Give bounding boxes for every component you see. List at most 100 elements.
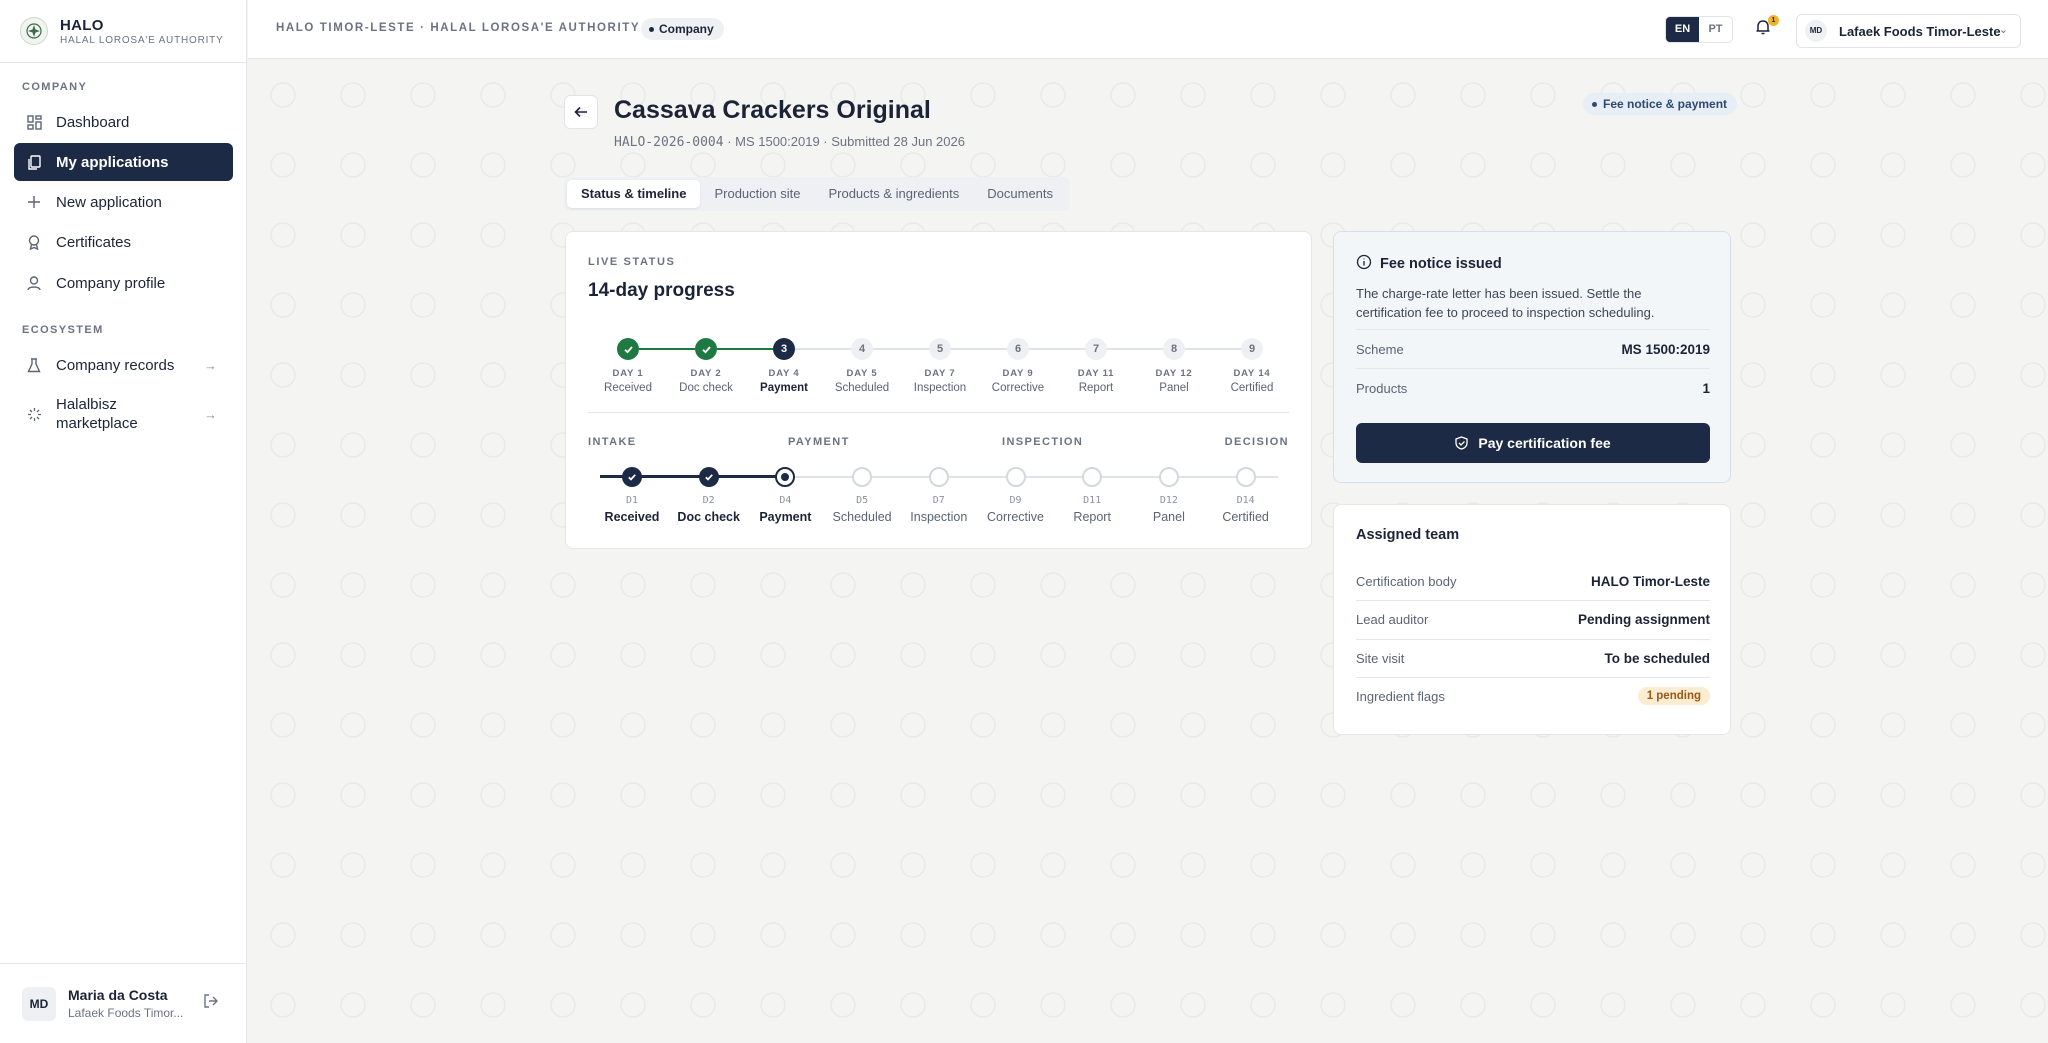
sidebar-item-certificates[interactable]: Certificates [14, 223, 233, 261]
timeline-label: Corrective [987, 510, 1044, 524]
breadcrumb: HALO TIMOR-LESTE · HALAL LOROSA'E AUTHOR… [276, 22, 641, 34]
stepper-node: 9 [1241, 338, 1263, 360]
tab-documents[interactable]: Documents [973, 180, 1067, 208]
stepper-node [617, 338, 639, 360]
team-title: Assigned team [1356, 527, 1460, 543]
stepper-connector [1107, 348, 1163, 350]
stepper-label: Received [604, 382, 652, 394]
timeline-node [775, 467, 796, 487]
sidebar-item-label: My applications [56, 153, 169, 171]
team-row-site-visit: Site visit To be scheduled [1356, 639, 1710, 677]
stepper-node: 8 [1163, 338, 1185, 360]
timeline-day: D14 [1236, 495, 1255, 506]
sidebar-item-my-applications[interactable]: My applications [14, 143, 233, 181]
stepper-label: Panel [1159, 382, 1189, 394]
stepper-day: DAY 1 [612, 368, 644, 379]
notifications-button[interactable]: 1 [1754, 15, 1779, 40]
stepper-node: 5 [929, 338, 951, 360]
timeline-day: D7 [932, 495, 945, 506]
timeline-label: Certified [1222, 510, 1269, 524]
pay-certification-fee-button[interactable]: Pay certification fee [1356, 423, 1710, 463]
divider [588, 412, 1289, 413]
role-badge: Company [641, 18, 724, 40]
stepper-label: Report [1078, 382, 1114, 394]
fee-notice-card: Fee notice issued The charge-rate letter… [1333, 231, 1731, 483]
page-title: Cassava Crackers Original [614, 96, 931, 124]
brand-name: HALO [60, 16, 104, 34]
fee-row-scheme: Scheme MS 1500:2019 [1356, 330, 1710, 368]
sidebar-item-label: Company profile [56, 274, 166, 292]
team-row-lead-auditor: Lead auditor Pending assignment [1356, 600, 1710, 638]
brand-subtitle: HALAL LOROSA'E AUTHORITY [60, 34, 224, 46]
team-row-key: Certification body [1356, 573, 1457, 589]
sidebar-item-halalbisz-marketplace[interactable]: Halalbisz marketplace → [14, 393, 233, 435]
fee-row-value: 1 [1702, 380, 1710, 396]
stepper-connector [951, 348, 1007, 350]
timeline-label: Doc check [677, 510, 740, 524]
external-arrow-icon: → [204, 406, 217, 422]
sidebar-item-company-records[interactable]: Company records → [14, 346, 233, 384]
stepper-connector [639, 348, 695, 350]
stepper-label: Scheduled [834, 382, 890, 394]
org-selector[interactable]: MD Lafaek Foods Timor-Leste ⌄ [1796, 14, 2021, 48]
team-row-value: To be scheduled [1604, 650, 1710, 666]
nav-section-ecosystem: ECOSYSTEM [22, 324, 104, 336]
sidebar-item-label: New application [56, 193, 162, 211]
timeline-node [1005, 467, 1026, 487]
stepper-label: Payment [760, 382, 808, 394]
sidebar-item-label: Company records [56, 356, 175, 374]
ingredient-flag-badge: 1 pending [1637, 687, 1710, 705]
user-org: Lafaek Foods Timor... [68, 1006, 184, 1020]
logout-icon[interactable] [203, 993, 219, 1014]
sidebar-item-new-application[interactable]: New application [14, 183, 233, 221]
timeline-day: D5 [856, 495, 869, 506]
team-row-ingredient-flags: Ingredient flags 1 pending [1356, 677, 1710, 715]
nav-section-company: COMPANY [22, 81, 88, 93]
stepper-day: DAY 12 [1155, 368, 1193, 379]
stepper-label: Inspection [913, 382, 967, 394]
timeline-label: Panel [1152, 510, 1185, 524]
tab-products-ingredients[interactable]: Products & ingredients [814, 180, 973, 208]
back-button[interactable] [564, 95, 598, 129]
fee-row-key: Products [1356, 380, 1408, 396]
timeline-node [1082, 467, 1103, 487]
stepper-day: DAY 14 [1233, 368, 1271, 379]
tab-production-site[interactable]: Production site [700, 180, 814, 208]
flask-icon [26, 357, 42, 373]
sidebar: HALO HALAL LOROSA'E AUTHORITY COMPANY Da… [0, 0, 247, 1043]
timeline-day: D4 [779, 495, 792, 506]
timeline-day: D12 [1159, 495, 1178, 506]
stepper-node: 7 [1085, 338, 1107, 360]
phase-intake: INTAKE [588, 436, 637, 448]
progress-title: 14-day progress [588, 280, 735, 301]
assigned-team-card: Assigned team Certification body HALO Ti… [1333, 504, 1731, 735]
page-meta: HALO-2026-0004 · MS 1500:2019 · Submitte… [614, 134, 965, 150]
user-name: Maria da Costa [68, 987, 168, 1003]
fee-row-products: Products 1 [1356, 369, 1710, 407]
fee-row-key: Scheme [1356, 341, 1404, 357]
user-footer: MD Maria da Costa Lafaek Foods Timor... [0, 963, 247, 1043]
timeline-day: D2 [702, 495, 715, 506]
external-arrow-icon: → [204, 357, 217, 373]
stepper-day: DAY 11 [1077, 368, 1115, 379]
live-status-label: LIVE STATUS [588, 256, 676, 268]
stepper-node [695, 338, 717, 360]
stepper-connector [795, 348, 851, 350]
timeline-label: Scheduled [832, 510, 892, 524]
timeline-label: Received [604, 510, 660, 524]
team-row-key: Ingredient flags [1356, 688, 1445, 704]
stepper-connector [717, 348, 773, 350]
stage-badge: Fee notice & payment [1583, 93, 1738, 115]
timeline-node [1235, 467, 1256, 487]
timeline-day: D1 [625, 495, 639, 506]
stepper-node: 4 [851, 338, 873, 360]
lang-en-button[interactable]: EN [1666, 17, 1699, 42]
timeline-label: Payment [759, 510, 812, 524]
org-badge: MD [1805, 20, 1827, 42]
tab-status-timeline[interactable]: Status & timeline [567, 180, 701, 208]
lang-pt-button[interactable]: PT [1699, 17, 1732, 42]
timeline-node [622, 467, 642, 487]
sidebar-item-dashboard[interactable]: Dashboard [14, 103, 233, 141]
timeline-node [698, 467, 719, 487]
sidebar-item-company-profile[interactable]: Company profile [14, 264, 233, 302]
